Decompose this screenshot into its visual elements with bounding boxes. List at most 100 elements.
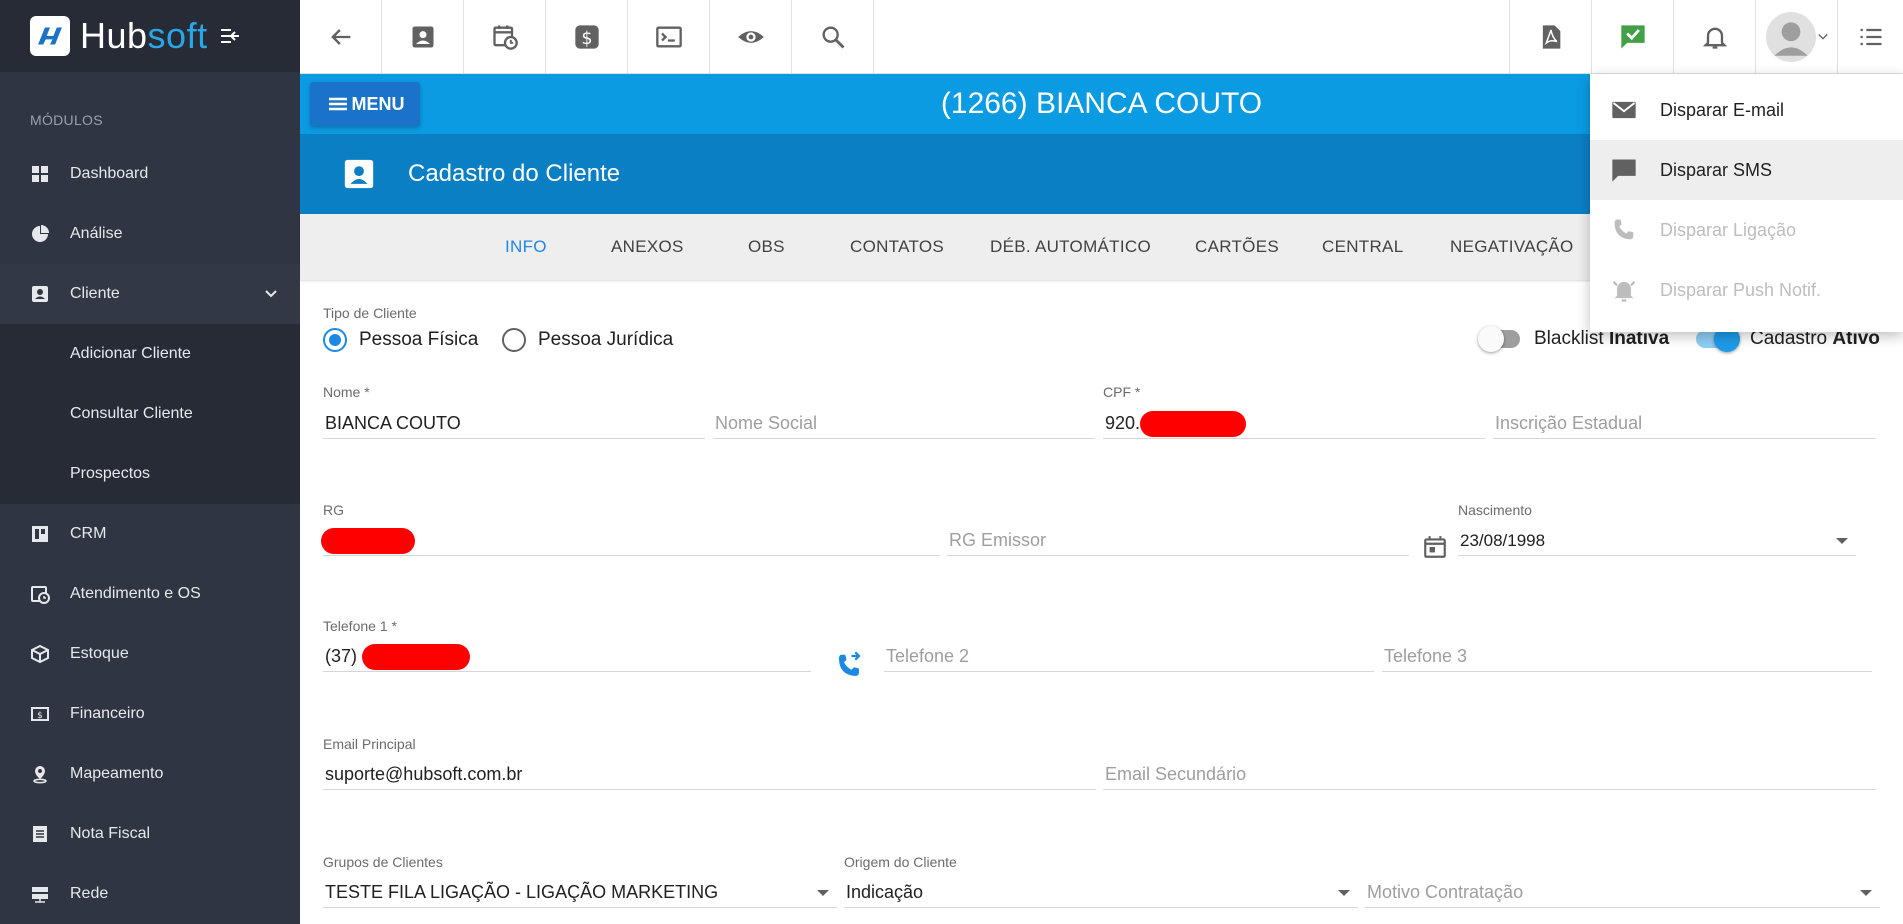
search-button[interactable] bbox=[792, 0, 874, 74]
tab-contatos[interactable]: CONTATOS bbox=[850, 214, 944, 280]
check-message-icon bbox=[1620, 25, 1645, 49]
nome-field[interactable]: BIANCA COUTO bbox=[323, 409, 705, 439]
map-pin-icon bbox=[33, 766, 47, 784]
sidebar-item-dashboard[interactable]: Dashboard bbox=[0, 144, 300, 204]
rg-field[interactable] bbox=[321, 526, 940, 556]
redaction-mark bbox=[362, 643, 471, 670]
sidebar-item-label: Rede bbox=[70, 885, 109, 902]
cpf-field[interactable]: 920. bbox=[1103, 409, 1485, 439]
tab-deb-automatico[interactable]: DÉB. AUTOMÁTICO bbox=[990, 214, 1151, 280]
sidebar-item-atendimento[interactable]: Atendimento e OS bbox=[0, 564, 300, 624]
logo-text: Hubsoft bbox=[80, 15, 208, 57]
menu-item-disparar-ligacao[interactable]: Disparar Ligação bbox=[1590, 200, 1903, 260]
tab-anexos[interactable]: ANEXOS bbox=[611, 214, 684, 280]
tab-obs[interactable]: OBS bbox=[748, 214, 785, 280]
email-secundario-field[interactable]: Email Secundário bbox=[1103, 760, 1876, 790]
telefone2-field[interactable]: Telefone 2 bbox=[884, 642, 1374, 672]
menu-button[interactable]: MENU bbox=[310, 82, 420, 126]
radio-unselected-icon bbox=[502, 328, 526, 352]
telefone3-field[interactable]: Telefone 3 bbox=[1382, 642, 1872, 672]
modules-title: MÓDULOS bbox=[30, 112, 103, 128]
email-principal-field[interactable]: suporte@hubsoft.com.br bbox=[323, 760, 1096, 790]
collapse-sidebar-icon[interactable] bbox=[218, 24, 242, 48]
network-icon bbox=[32, 887, 48, 903]
svg-text:$: $ bbox=[37, 711, 43, 721]
back-button[interactable] bbox=[300, 0, 382, 74]
radio-selected-icon bbox=[323, 328, 347, 352]
rg-label: RG bbox=[323, 502, 344, 518]
sidebar-item-nota-fiscal[interactable]: Nota Fiscal bbox=[0, 804, 300, 864]
sidebar-subitem-consultar-cliente[interactable]: Consultar Cliente bbox=[0, 384, 300, 444]
terminal-button[interactable] bbox=[628, 0, 710, 74]
money-icon: $ bbox=[31, 707, 49, 721]
menu-item-label: Disparar SMS bbox=[1660, 159, 1773, 180]
pdf-button[interactable] bbox=[1510, 0, 1592, 74]
notifications-button[interactable] bbox=[1674, 0, 1756, 74]
client-form: Tipo de Cliente Pessoa Física Pessoa Jur… bbox=[300, 280, 1903, 924]
calendar-icon[interactable] bbox=[1422, 534, 1448, 560]
chevron-down-icon bbox=[1817, 34, 1828, 40]
toolbar-spacer bbox=[874, 0, 1510, 73]
sidebar-item-estoque[interactable]: Estoque bbox=[0, 624, 300, 684]
menu-item-label: Disparar Push Notif. bbox=[1660, 279, 1822, 300]
dollar-icon: $ bbox=[574, 25, 599, 49]
grupos-select[interactable]: TESTE FILA LIGAÇÃO - LIGAÇÃO MARKETING bbox=[323, 878, 837, 908]
contact-card-icon bbox=[344, 159, 374, 189]
motivo-placeholder: Motivo Contratação bbox=[1367, 882, 1524, 902]
menu-item-disparar-sms[interactable]: Disparar SMS bbox=[1590, 140, 1903, 200]
caret-down-icon bbox=[1836, 538, 1848, 544]
sidebar-item-rede[interactable]: Rede bbox=[0, 864, 300, 924]
phone-forward-icon[interactable] bbox=[834, 651, 864, 681]
finance-button[interactable]: $ bbox=[546, 0, 628, 74]
dashboard-icon bbox=[32, 166, 48, 182]
tab-negativacao[interactable]: NEGATIVAÇÃO bbox=[1450, 214, 1574, 280]
sidebar-item-label: CRM bbox=[70, 525, 107, 542]
sidebar-item-cliente[interactable]: Cliente bbox=[0, 264, 300, 324]
eye-icon bbox=[737, 31, 764, 43]
sidebar-item-label: Mapeamento bbox=[70, 765, 164, 782]
sidebar-item-label: Cliente bbox=[70, 285, 120, 302]
motivo-contratacao-select[interactable]: Motivo Contratação bbox=[1365, 878, 1880, 908]
menu-item-disparar-email[interactable]: Disparar E-mail bbox=[1590, 80, 1903, 140]
tab-cartoes[interactable]: CARTÕES bbox=[1195, 214, 1279, 280]
telefone1-value: (37) bbox=[325, 646, 358, 666]
svg-text:$: $ bbox=[581, 29, 592, 49]
sidebar-item-crm[interactable]: CRM bbox=[0, 504, 300, 564]
cpf-label: CPF * bbox=[1103, 384, 1141, 400]
pie-chart-icon bbox=[32, 225, 49, 242]
email-icon bbox=[1612, 101, 1636, 119]
search-icon bbox=[822, 26, 844, 49]
nascimento-value: 23/08/1998 bbox=[1460, 530, 1546, 550]
tab-info[interactable]: INFO bbox=[505, 214, 547, 280]
rg-emissor-field[interactable]: RG Emissor bbox=[947, 526, 1409, 556]
telefone1-field[interactable]: (37) bbox=[323, 642, 811, 672]
nascimento-field[interactable]: 23/08/1998 bbox=[1458, 526, 1856, 556]
client-card-button[interactable] bbox=[382, 0, 464, 74]
sidebar-item-financeiro[interactable]: $ Financeiro bbox=[0, 684, 300, 744]
origem-select[interactable]: Indicação bbox=[844, 878, 1358, 908]
phone-icon bbox=[1614, 219, 1634, 240]
caret-down-icon bbox=[1338, 890, 1350, 896]
list-menu-button[interactable] bbox=[1838, 0, 1903, 74]
tasks-button[interactable] bbox=[1592, 0, 1674, 74]
tab-central[interactable]: CENTRAL bbox=[1322, 214, 1403, 280]
radio-pessoa-juridica[interactable]: Pessoa Jurídica bbox=[502, 328, 673, 352]
sidebar-subitem-adicionar-cliente[interactable]: Adicionar Cliente bbox=[0, 324, 300, 384]
schedule-button[interactable] bbox=[464, 0, 546, 74]
sidebar-item-analise[interactable]: Análise bbox=[0, 204, 300, 264]
radio-pessoa-fisica[interactable]: Pessoa Física bbox=[323, 328, 478, 352]
sidebar-item-label: Estoque bbox=[70, 645, 129, 662]
sidebar-item-label: Atendimento e OS bbox=[70, 585, 201, 602]
sidebar-item-mapeamento[interactable]: Mapeamento bbox=[0, 744, 300, 804]
nome-social-field[interactable]: Nome Social bbox=[713, 409, 1095, 439]
sidebar-item-label: Dashboard bbox=[70, 165, 149, 182]
sidebar-subitem-prospectos[interactable]: Prospectos bbox=[0, 444, 300, 504]
grupos-value: TESTE FILA LIGAÇÃO - LIGAÇÃO MARKETING bbox=[325, 882, 719, 902]
user-menu-button[interactable] bbox=[1756, 0, 1838, 74]
contact-card-icon bbox=[412, 26, 433, 48]
email-secundario-placeholder: Email Secundário bbox=[1105, 764, 1247, 784]
inscricao-estadual-field[interactable]: Inscrição Estadual bbox=[1493, 409, 1876, 439]
menu-item-disparar-push[interactable]: Disparar Push Notif. bbox=[1590, 260, 1903, 320]
view-button[interactable] bbox=[710, 0, 792, 74]
logo-hub: Hub bbox=[80, 15, 148, 56]
